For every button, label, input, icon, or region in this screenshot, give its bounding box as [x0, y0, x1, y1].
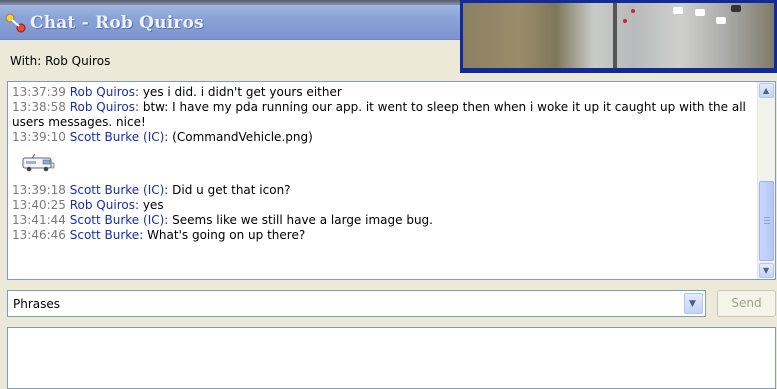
chat-message: 13:40:25 Rob Quiros: yes — [12, 198, 752, 213]
title-bar-top-strip — [0, 0, 460, 5]
phrases-select[interactable]: Phrases ▼ — [7, 290, 706, 317]
chevron-down-icon: ▼ — [763, 266, 770, 275]
message-text: What's going on up there? — [147, 228, 306, 242]
message-timestamp: 13:37:39 — [12, 85, 66, 99]
message-timestamp: 13:46:46 — [12, 228, 66, 242]
message-timestamp: 13:40:25 — [12, 198, 66, 212]
chat-message: 13:39:10 Scott Burke (IC): (CommandVehic… — [12, 130, 752, 145]
chat-partner-label: With: Rob Quiros — [10, 54, 111, 68]
chat-lines: 13:37:39 Rob Quiros: yes i did. i didn't… — [12, 85, 752, 243]
chat-title-bar[interactable]: Chat - Rob Quiros — [0, 0, 460, 40]
chat-message: 13:37:39 Rob Quiros: yes i did. i didn't… — [12, 85, 752, 100]
message-sender: Rob Quiros: — [69, 85, 139, 99]
phrases-selected-value: Phrases — [13, 297, 61, 311]
chat-people-icon — [5, 13, 26, 33]
message-text: Seems like we still have a large image b… — [172, 213, 433, 227]
video-feed-panel[interactable] — [460, 0, 777, 73]
chat-message: 13:46:46 Scott Burke: What's going on up… — [12, 228, 752, 243]
message-timestamp: 13:39:18 — [12, 183, 66, 197]
message-timestamp: 13:39:10 — [12, 130, 66, 144]
chat-scrollbar[interactable]: ▲ ▼ — [757, 82, 775, 279]
message-sender: Rob Quiros: — [69, 198, 139, 212]
message-sender: Rob Quiros: — [69, 100, 139, 114]
phrases-dropdown-button[interactable]: ▼ — [684, 293, 703, 314]
command-vehicle-icon — [22, 153, 55, 172]
chat-message: 13:41:44 Scott Burke (IC): Seems like we… — [12, 213, 752, 228]
message-text: yes i did. i didn't get yours either — [142, 85, 342, 99]
message-sender: Scott Burke: — [69, 228, 144, 242]
chevron-up-icon: ▲ — [763, 86, 770, 95]
message-sender: Scott Burke (IC): — [69, 213, 169, 227]
chat-message: 13:38:58 Rob Quiros: btw: I have my pda … — [12, 100, 752, 130]
message-sender: Scott Burke (IC): — [69, 130, 169, 144]
message-input[interactable] — [7, 327, 776, 389]
chevron-down-icon: ▼ — [689, 299, 696, 309]
message-text: (CommandVehicle.png) — [172, 130, 313, 144]
message-image-attachment[interactable] — [12, 145, 752, 183]
message-sender: Scott Burke (IC): — [69, 183, 169, 197]
message-text: yes — [142, 198, 164, 212]
send-button[interactable]: Send — [717, 290, 776, 317]
window-title: Chat - Rob Quiros — [30, 13, 204, 33]
chat-message: 13:39:18 Scott Burke (IC): Did u get tha… — [12, 183, 752, 198]
traffic-camera-image — [463, 3, 774, 68]
message-text: Did u get that icon? — [172, 183, 291, 197]
scroll-down-button[interactable]: ▼ — [759, 263, 774, 278]
message-timestamp: 13:38:58 — [12, 100, 66, 114]
message-timestamp: 13:41:44 — [12, 213, 66, 227]
chat-history[interactable]: 13:37:39 Rob Quiros: yes i did. i didn't… — [7, 81, 776, 280]
scroll-up-button[interactable]: ▲ — [759, 83, 774, 98]
scroll-thumb[interactable] — [759, 181, 774, 261]
